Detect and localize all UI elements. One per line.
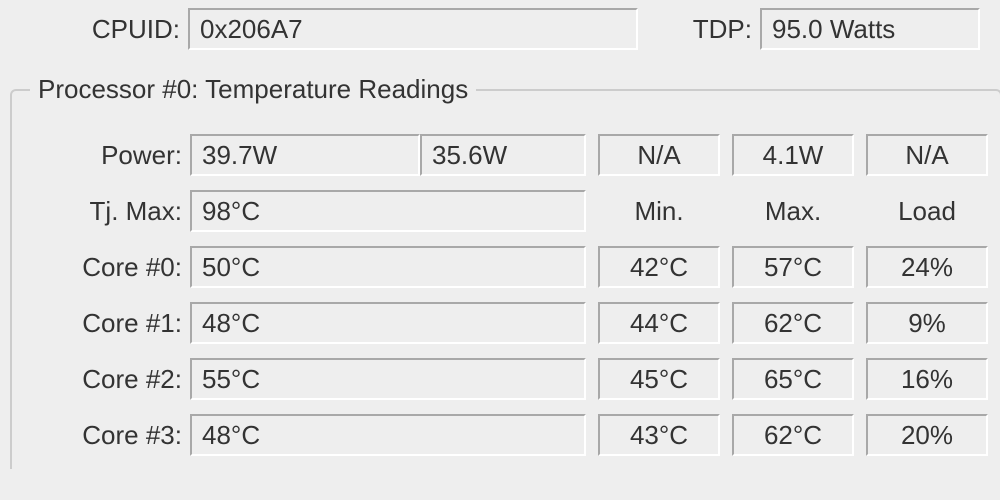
core-current: 50°C — [190, 246, 586, 288]
tjmax-row: Tj. Max: 98°C Min. Max. Load — [24, 189, 988, 233]
core-max: 65°C — [732, 358, 854, 400]
core-label: Core #3: — [24, 420, 190, 451]
core-min: 43°C — [598, 414, 720, 456]
core-row: Core #1: 48°C 44°C 62°C 9% — [24, 301, 988, 345]
core-label: Core #1: — [24, 308, 190, 339]
power-value-3: N/A — [598, 134, 720, 176]
core-max: 57°C — [732, 246, 854, 288]
core-max: 62°C — [732, 302, 854, 344]
header-max: Max. — [732, 196, 854, 227]
header-min: Min. — [598, 196, 720, 227]
core-current: 55°C — [190, 358, 586, 400]
core-min: 44°C — [598, 302, 720, 344]
group-title: Processor #0: Temperature Readings — [30, 74, 476, 105]
core-min: 42°C — [598, 246, 720, 288]
core-load: 16% — [866, 358, 988, 400]
power-value-2: 35.6W — [420, 134, 586, 176]
core-load: 9% — [866, 302, 988, 344]
top-info-row: CPUID: 0x206A7 TDP: 95.0 Watts — [0, 0, 1000, 64]
core-load: 20% — [866, 414, 988, 456]
cpuid-value: 0x206A7 — [188, 8, 638, 50]
core-label: Core #0: — [24, 252, 190, 283]
tdp-value: 95.0 Watts — [760, 8, 980, 50]
core-row: Core #0: 50°C 42°C 57°C 24% — [24, 245, 988, 289]
power-value-1: 39.7W — [190, 134, 420, 176]
core-min: 45°C — [598, 358, 720, 400]
cpuid-label: CPUID: — [20, 14, 180, 45]
core-load: 24% — [866, 246, 988, 288]
tjmax-value: 98°C — [190, 190, 586, 232]
power-value-5: N/A — [866, 134, 988, 176]
tdp-label: TDP: — [672, 14, 752, 45]
power-row: Power: 39.7W 35.6W N/A 4.1W N/A — [24, 133, 988, 177]
core-row: Core #2: 55°C 45°C 65°C 16% — [24, 357, 988, 401]
tjmax-label: Tj. Max: — [24, 196, 190, 227]
core-max: 62°C — [732, 414, 854, 456]
core-label: Core #2: — [24, 364, 190, 395]
temperature-readings-group: Processor #0: Temperature Readings Power… — [10, 74, 1000, 469]
core-current: 48°C — [190, 302, 586, 344]
core-row: Core #3: 48°C 43°C 62°C 20% — [24, 413, 988, 457]
power-label: Power: — [24, 140, 190, 171]
core-current: 48°C — [190, 414, 586, 456]
power-value-4: 4.1W — [732, 134, 854, 176]
header-load: Load — [866, 196, 988, 227]
